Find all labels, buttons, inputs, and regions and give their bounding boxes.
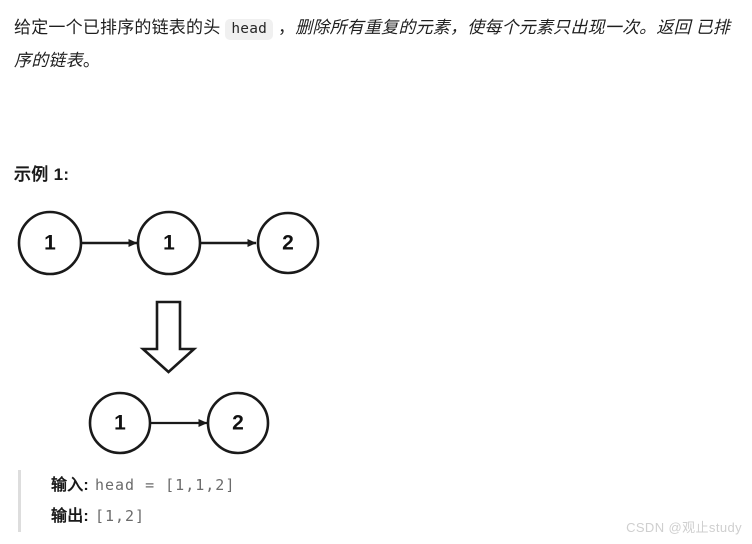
statement-emphasis-1: 删除所有重复的元素，使每个元素只出现一次。返回 — [295, 18, 696, 37]
linked-list-diagram: 1 1 2 1 2 — [0, 196, 420, 464]
csdn-watermark: CSDN @观止study — [626, 520, 742, 535]
diagram-row-before: 1 1 2 — [17, 210, 320, 276]
statement-text-part3: 。 — [82, 51, 101, 70]
node-value-before-0: 1 — [44, 232, 56, 255]
output-value: [1,2] — [94, 507, 146, 525]
node-value-before-1: 1 — [163, 232, 175, 255]
io-line-output: 输出: [1,2] — [51, 501, 235, 532]
problem-statement: 给定一个已排序的链表的头 head ，删除所有重复的元素，使每个元素只出现一次。… — [14, 12, 740, 77]
diagram-row-after: 1 2 — [88, 391, 270, 455]
output-label: 输出: — [51, 508, 89, 525]
io-line-input: 输入: head = [1,1,2] — [51, 470, 235, 501]
inline-code-head: head — [225, 19, 274, 40]
transform-down-arrow-icon — [139, 300, 198, 374]
input-value: head = [1,1,2] — [94, 476, 236, 494]
example-heading: 示例 1: — [14, 165, 70, 184]
input-label: 输入: — [51, 477, 89, 494]
node-value-before-2: 2 — [282, 232, 294, 255]
statement-text-part1: 给定一个已排序的链表的头 — [14, 18, 226, 37]
node-value-after-1: 2 — [232, 412, 244, 435]
node-value-after-0: 1 — [114, 412, 126, 435]
io-blockquote: 输入: head = [1,1,2] 输出: [1,2] — [18, 470, 235, 532]
statement-text-part2: ， — [273, 18, 296, 37]
